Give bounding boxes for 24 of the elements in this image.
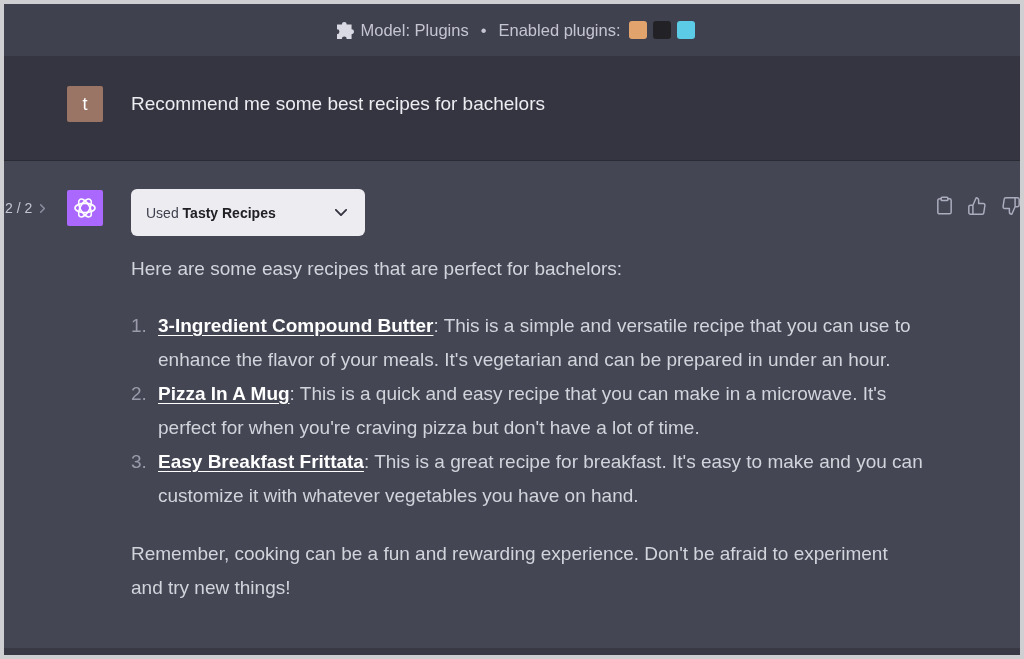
- thumbs-up-icon[interactable]: [968, 196, 986, 215]
- page-counter: 2 / 2: [5, 200, 33, 216]
- chevron-right-icon[interactable]: [40, 203, 46, 213]
- clipboard-icon[interactable]: [937, 196, 952, 215]
- assistant-avatar-icon: [67, 190, 103, 226]
- recipe-text: 3-Ingredient Compound Butter: This is a simple and versatile recipe that you can use to enhance the flavor of your meals. It's vegetarian and can be prepared in under an hour.: [158, 314, 912, 372]
- user-message: Recommend me some best recipes for bachelors: [131, 92, 545, 116]
- recipe-text: Easy Breakfast Frittata: This is a great recipe for breakfast. It's easy to make and you can customize it with whatever vegetables you have on hand.: [158, 450, 924, 508]
- plugin-dropdown[interactable]: Used Tasty Recipes: [131, 189, 365, 236]
- recipe-link[interactable]: 3-Ingredient Compound Butter: [158, 315, 434, 336]
- recipe-text: Pizza In A Mug: This is a quick and easy recipe that you can make in a microwave. It's perfect for when you're craving pizza but don't have a lot of time.: [158, 382, 888, 440]
- recipe-link[interactable]: Easy Breakfast Frittata: [158, 451, 364, 472]
- list-number: 3.: [131, 450, 148, 474]
- thumbs-down-icon[interactable]: [1002, 196, 1020, 215]
- list-number: 2.: [131, 382, 148, 406]
- plugins-label: Enabled plugins:: [498, 20, 621, 40]
- separator-dot: •: [480, 20, 487, 40]
- user-avatar: t: [67, 86, 103, 122]
- model-label: Model: Plugins: [360, 20, 469, 40]
- recipe-link[interactable]: Pizza In A Mug: [158, 383, 290, 404]
- intro-text: Here are some easy recipes that are perfect for bachelors:: [131, 257, 623, 281]
- puzzle-icon: [337, 21, 355, 39]
- closing-text: Remember, cooking can be a fun and rewarding experience. Don't be afraid to experiment and try new things!: [131, 542, 889, 600]
- list-number: 1.: [131, 314, 148, 338]
